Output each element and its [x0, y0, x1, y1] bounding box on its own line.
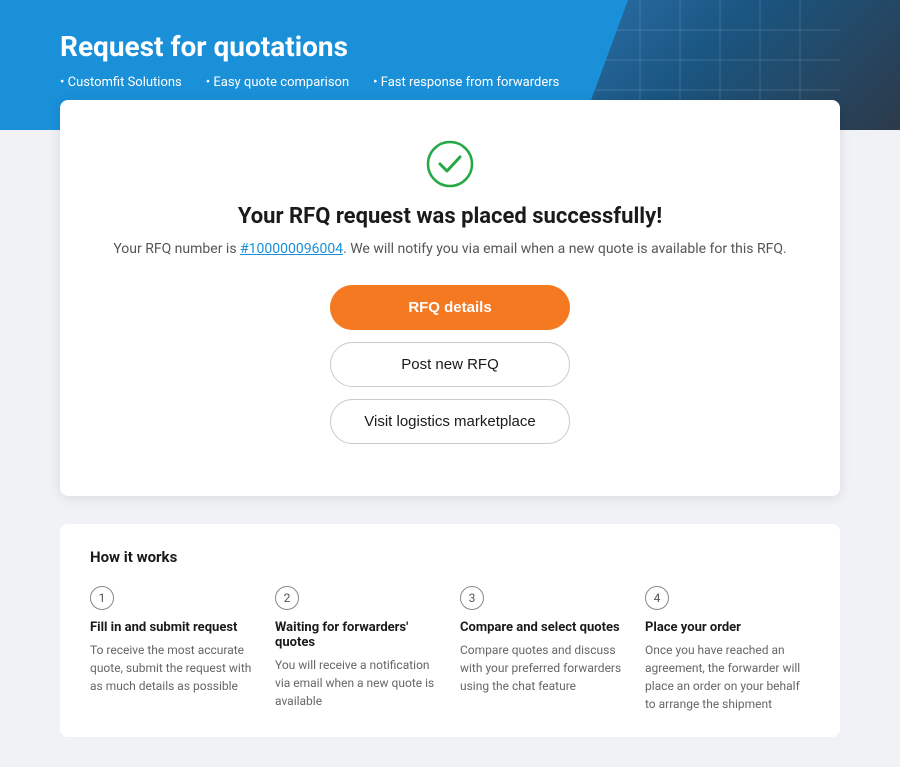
step-4: 4 Place your order Once you have reached… — [645, 586, 810, 713]
page-title: Request for quotations — [60, 30, 840, 63]
step-1-number: 1 — [90, 586, 114, 610]
feature-2: Easy quote comparison — [206, 75, 349, 90]
rfq-details-button[interactable]: RFQ details — [330, 285, 570, 330]
step-3-title: Compare and select quotes — [460, 620, 625, 635]
step-3: 3 Compare and select quotes Compare quot… — [460, 586, 625, 713]
how-it-works-title: How it works — [90, 548, 810, 566]
description-prefix: Your RFQ number is — [113, 241, 240, 257]
success-title: Your RFQ request was placed successfully… — [90, 204, 810, 229]
main-content: Your RFQ request was placed successfully… — [0, 100, 900, 767]
feature-1: Customfit Solutions — [60, 75, 182, 90]
visit-marketplace-button[interactable]: Visit logistics marketplace — [330, 399, 570, 444]
rfq-number-link[interactable]: #100000096004 — [240, 241, 343, 257]
hero-features: Customfit Solutions Easy quote compariso… — [60, 75, 840, 90]
success-card: Your RFQ request was placed successfully… — [60, 100, 840, 496]
success-description: Your RFQ number is #100000096004. We wil… — [90, 241, 810, 257]
step-3-number: 3 — [460, 586, 484, 610]
feature-3: Fast response from forwarders — [373, 75, 559, 90]
step-1-title: Fill in and submit request — [90, 620, 255, 635]
step-2: 2 Waiting for forwarders' quotes You wil… — [275, 586, 440, 713]
steps-container: 1 Fill in and submit request To receive … — [90, 586, 810, 713]
step-2-title: Waiting for forwarders' quotes — [275, 620, 440, 650]
step-3-description: Compare quotes and discuss with your pre… — [460, 641, 625, 695]
step-4-description: Once you have reached an agreement, the … — [645, 641, 810, 713]
step-2-number: 2 — [275, 586, 299, 610]
post-new-rfq-button[interactable]: Post new RFQ — [330, 342, 570, 387]
step-1-description: To receive the most accurate quote, subm… — [90, 641, 255, 695]
step-4-title: Place your order — [645, 620, 810, 635]
success-icon — [426, 140, 474, 188]
step-1: 1 Fill in and submit request To receive … — [90, 586, 255, 713]
how-it-works-section: How it works 1 Fill in and submit reques… — [60, 524, 840, 737]
step-2-description: You will receive a notification via emai… — [275, 656, 440, 710]
description-suffix: . We will notify you via email when a ne… — [343, 241, 787, 257]
step-4-number: 4 — [645, 586, 669, 610]
